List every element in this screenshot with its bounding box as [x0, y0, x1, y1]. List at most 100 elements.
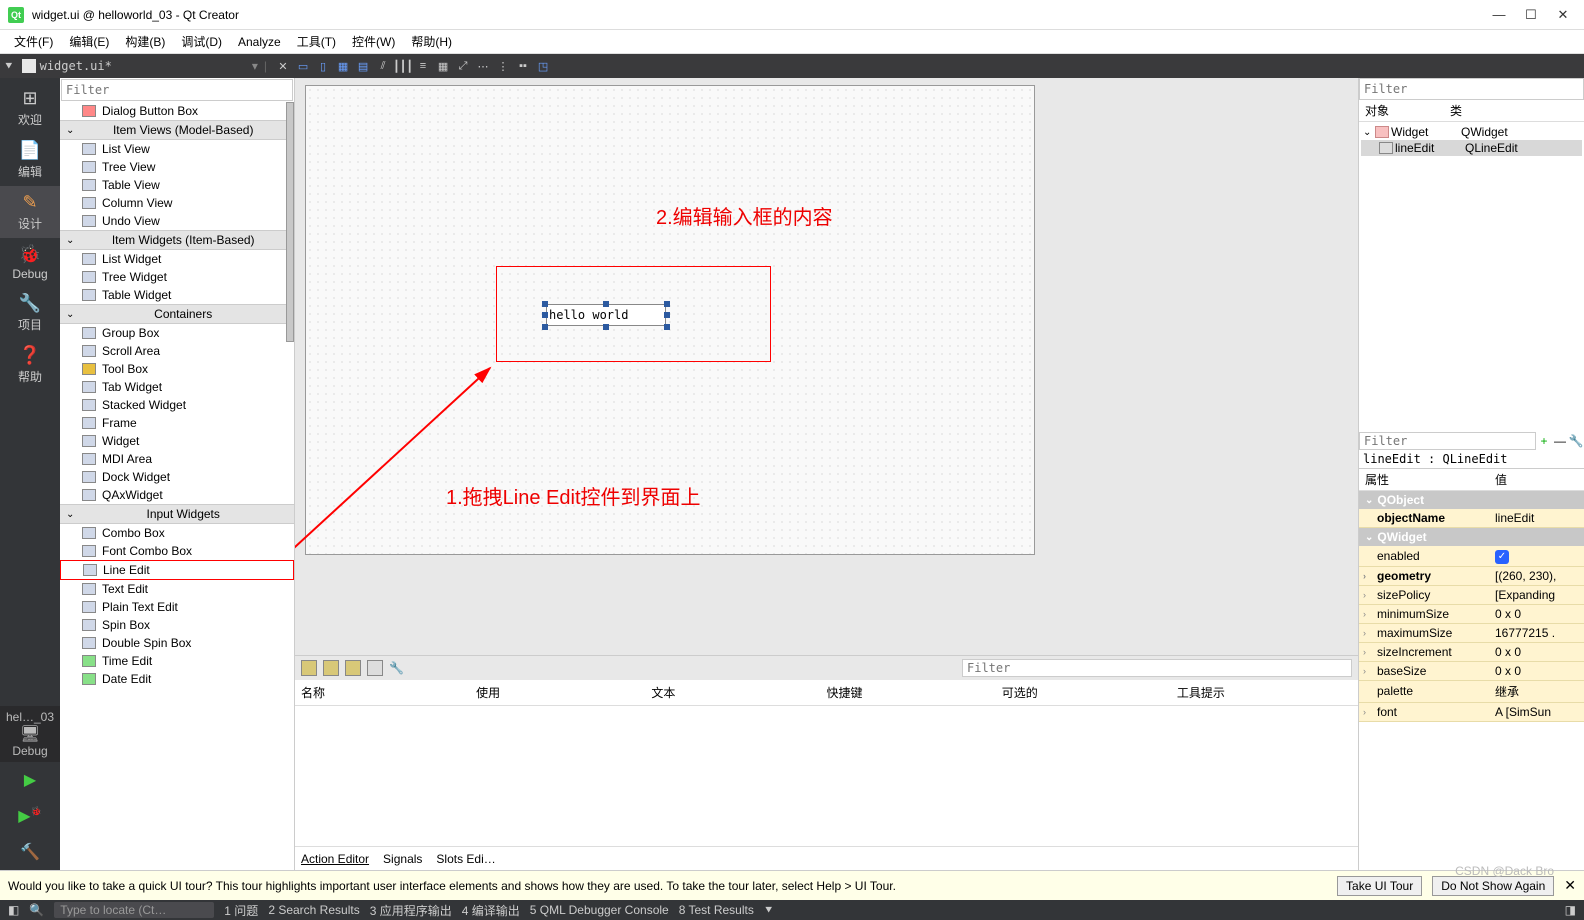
- delete-action-icon[interactable]: [367, 660, 383, 676]
- widget-table-view[interactable]: Table View: [60, 176, 294, 194]
- small-grid-icon[interactable]: ▪▪: [515, 58, 531, 74]
- widget-time-edit[interactable]: Time Edit: [60, 652, 294, 670]
- break-layout-icon[interactable]: ⫽: [375, 58, 391, 74]
- col-object[interactable]: 对象: [1365, 102, 1450, 119]
- maximize-button[interactable]: ☐: [1524, 8, 1538, 22]
- resize-handle[interactable]: [542, 312, 548, 318]
- prop-objectname[interactable]: objectNamelineEdit: [1359, 509, 1584, 528]
- prop-geometry[interactable]: ›geometry[(260, 230),: [1359, 567, 1584, 586]
- close-info-icon[interactable]: ✕: [1564, 877, 1576, 894]
- col-name[interactable]: 名称: [301, 684, 476, 701]
- category-item-widgets[interactable]: ⌄Item Widgets (Item-Based): [60, 230, 294, 250]
- menu-edit[interactable]: 编辑(E): [63, 31, 115, 52]
- widget-frame[interactable]: Frame: [60, 414, 294, 432]
- widget-dialog-button-box[interactable]: Dialog Button Box: [60, 102, 294, 120]
- form-canvas[interactable]: 2.编辑输入框的内容 hello world 1.拖拽Line Edit控件到界…: [305, 85, 1035, 555]
- tree-row-widget[interactable]: ⌄ WidgetQWidget: [1361, 124, 1582, 140]
- tab-dropdown-icon[interactable]: ▾: [252, 59, 258, 73]
- status-search-results[interactable]: 2 Search Results: [268, 903, 359, 917]
- status-issues[interactable]: 1 问题: [224, 902, 258, 919]
- resize-handle[interactable]: [603, 301, 609, 307]
- config-property-icon[interactable]: 🔧: [1568, 433, 1584, 449]
- prop-sizeincrement[interactable]: ›sizeIncrement0 x 0: [1359, 643, 1584, 662]
- resize-handle[interactable]: [542, 324, 548, 330]
- take-tour-button[interactable]: Take UI Tour: [1337, 876, 1422, 896]
- tab-action-editor[interactable]: Action Editor: [301, 852, 369, 866]
- widget-text-edit[interactable]: Text Edit: [60, 580, 294, 598]
- layout-form-icon[interactable]: ▤: [355, 58, 371, 74]
- prop-font[interactable]: ›fontA [SimSun: [1359, 703, 1584, 722]
- prop-enabled[interactable]: enabled✓: [1359, 546, 1584, 567]
- add-property-icon[interactable]: +: [1536, 433, 1552, 449]
- close-button[interactable]: ✕: [1556, 8, 1570, 22]
- run-button[interactable]: ▶: [0, 762, 60, 798]
- col-optional[interactable]: 可选的: [1002, 684, 1177, 701]
- scrollbar[interactable]: [286, 102, 294, 342]
- resize-handle[interactable]: [664, 301, 670, 307]
- menu-help[interactable]: 帮助(H): [405, 31, 458, 52]
- project-selector[interactable]: hel…_03🖥Debug: [0, 706, 60, 762]
- config-icon[interactable]: 🔧: [389, 661, 404, 675]
- widget-filter-input[interactable]: [61, 79, 293, 101]
- property-filter-input[interactable]: [1359, 432, 1536, 450]
- widget-qax-widget[interactable]: QAxWidget: [60, 486, 294, 504]
- copy-action-icon[interactable]: [323, 660, 339, 676]
- widget-double-spin-box[interactable]: Double Spin Box: [60, 634, 294, 652]
- widget-table-widget[interactable]: Table Widget: [60, 286, 294, 304]
- prop-minimumsize[interactable]: ›minimumSize0 x 0: [1359, 605, 1584, 624]
- widget-tool-box[interactable]: Tool Box: [60, 360, 294, 378]
- resize-handle[interactable]: [542, 301, 548, 307]
- open-file-tab[interactable]: widget.ui*: [40, 59, 112, 73]
- col-prop-name[interactable]: 属性: [1365, 471, 1495, 488]
- paste-action-icon[interactable]: [345, 660, 361, 676]
- layout-grid-icon[interactable]: ▦: [335, 58, 351, 74]
- search-icon[interactable]: 🔍: [29, 903, 44, 917]
- status-app-output[interactable]: 3 应用程序输出: [370, 902, 452, 919]
- resize-handle[interactable]: [664, 312, 670, 318]
- widget-undo-view[interactable]: Undo View: [60, 212, 294, 230]
- dropdown-icon[interactable]: ⯆: [4, 59, 14, 74]
- close-tab-icon[interactable]: ✕: [275, 58, 291, 74]
- widget-widget[interactable]: Widget: [60, 432, 294, 450]
- tree-row-lineedit[interactable]: lineEditQLineEdit: [1361, 140, 1582, 156]
- widget-group-box[interactable]: Group Box: [60, 324, 294, 342]
- col-text[interactable]: 文本: [651, 684, 826, 701]
- widget-list-widget[interactable]: List Widget: [60, 250, 294, 268]
- grid-layout-icon[interactable]: ▦: [435, 58, 451, 74]
- widget-tree-view[interactable]: Tree View: [60, 158, 294, 176]
- adjust-size-icon[interactable]: ⤢: [455, 58, 471, 74]
- widget-scroll-area[interactable]: Scroll Area: [60, 342, 294, 360]
- resize-handle[interactable]: [664, 324, 670, 330]
- category-item-views[interactable]: ⌄Item Views (Model-Based): [60, 120, 294, 140]
- do-not-show-button[interactable]: Do Not Show Again: [1432, 876, 1554, 896]
- mode-debug[interactable]: 🐞Debug: [0, 238, 60, 287]
- widget-combo-box[interactable]: Combo Box: [60, 524, 294, 542]
- menu-tools[interactable]: 工具(T): [291, 31, 342, 52]
- spacer-v-icon[interactable]: ⋮: [495, 58, 511, 74]
- action-filter-input[interactable]: [962, 659, 1352, 677]
- col-used[interactable]: 使用: [476, 684, 651, 701]
- mode-help[interactable]: ❓帮助: [0, 339, 60, 391]
- menu-build[interactable]: 构建(B): [119, 31, 171, 52]
- menu-debug[interactable]: 调试(D): [175, 31, 228, 52]
- status-tests[interactable]: 8 Test Results: [679, 903, 754, 917]
- status-qml[interactable]: 5 QML Debugger Console: [530, 903, 669, 917]
- prop-cat-qwidget[interactable]: ⌄QWidget: [1359, 528, 1584, 546]
- vsplit-icon[interactable]: ≡: [415, 58, 431, 74]
- col-shortcut[interactable]: 快捷键: [827, 684, 1002, 701]
- preview-icon[interactable]: ◳: [535, 58, 551, 74]
- prop-palette[interactable]: palette继承: [1359, 681, 1584, 703]
- widget-font-combo-box[interactable]: Font Combo Box: [60, 542, 294, 560]
- run-debug-button[interactable]: ▶🐞: [0, 798, 60, 834]
- close-sidebar-icon[interactable]: ◧: [8, 903, 19, 917]
- locator-input[interactable]: Type to locate (Ct…: [54, 902, 214, 918]
- build-button[interactable]: 🔨: [0, 834, 60, 870]
- mode-welcome[interactable]: ⊞欢迎: [0, 82, 60, 134]
- status-compile[interactable]: 4 编译输出: [462, 902, 520, 919]
- minimize-button[interactable]: —: [1492, 8, 1506, 22]
- widget-column-view[interactable]: Column View: [60, 194, 294, 212]
- spacer-h-icon[interactable]: ⋯: [475, 58, 491, 74]
- mode-edit[interactable]: 📄编辑: [0, 134, 60, 186]
- widget-spin-box[interactable]: Spin Box: [60, 616, 294, 634]
- menu-analyze[interactable]: Analyze: [232, 33, 287, 51]
